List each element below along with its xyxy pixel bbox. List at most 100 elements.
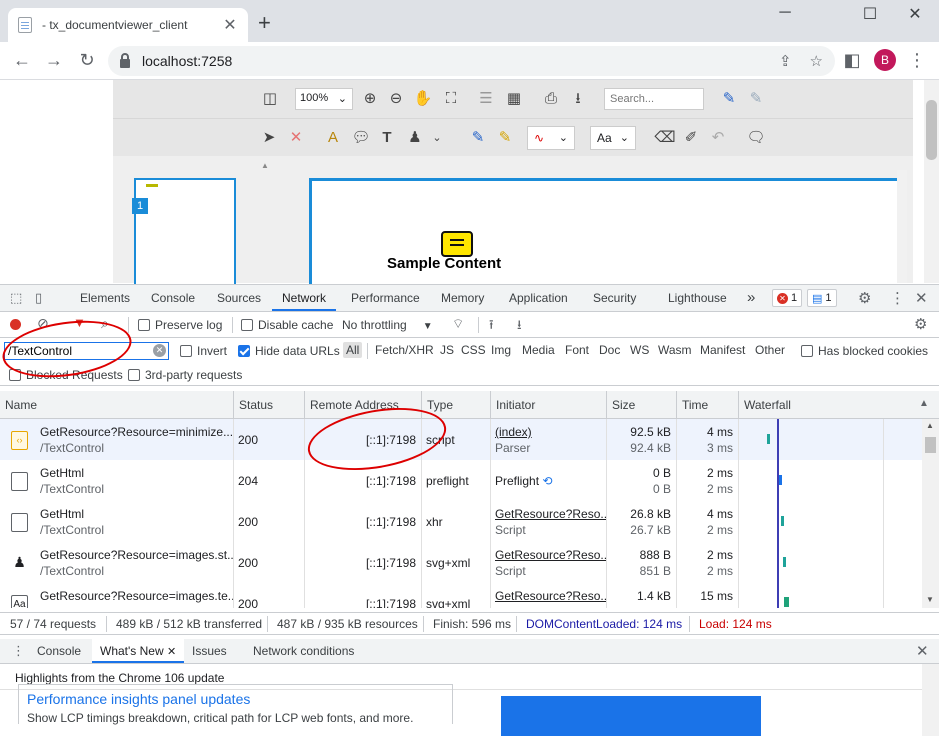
tab-performance[interactable]: Performance [351, 285, 420, 311]
column-size[interactable]: Size [606, 391, 676, 419]
single-page-icon[interactable]: ☰ [475, 88, 497, 110]
column-time[interactable]: Time [676, 391, 738, 419]
menu-kebab-icon[interactable]: ⋮ [905, 50, 929, 70]
pen-icon[interactable]: ✎ [467, 127, 489, 149]
side-panel-icon[interactable]: ◧ [840, 50, 864, 70]
tab-console[interactable]: Console [151, 285, 195, 311]
tab-memory[interactable]: Memory [441, 285, 484, 311]
filter-type-wasm[interactable]: Wasm [658, 343, 692, 357]
print-icon[interactable]: ⎙ [540, 88, 562, 110]
download-icon[interactable]: ⭳ [567, 88, 589, 110]
error-count-badge[interactable]: ✕ 1 [772, 289, 803, 307]
devtools-menu-icon[interactable]: ⋮ [890, 289, 905, 307]
edit-form-icon[interactable]: ✎ [745, 88, 767, 110]
highlighter-icon[interactable]: ✎ [494, 127, 516, 149]
table-scrollbar-thumb[interactable] [925, 437, 936, 453]
minimize-button[interactable]: ─ [770, 4, 800, 22]
address-bar[interactable]: localhost:7258 ⇪ ☆ [108, 46, 835, 76]
table-row[interactable]: ♟ GetResource?Resource=images.st... /Text… [0, 542, 922, 583]
comment-annotation-icon[interactable] [441, 231, 473, 257]
preflight-link-icon[interactable]: ⟲ [542, 474, 552, 488]
page-thumbnail[interactable] [134, 178, 236, 293]
filter-type-img[interactable]: Img [491, 343, 511, 357]
maximize-button[interactable]: ☐ [855, 4, 885, 24]
close-drawer-icon[interactable]: ✕ [916, 642, 929, 660]
drawer-tab-whats-new[interactable]: What's New ✕ [92, 639, 185, 663]
more-tabs-chevron[interactable]: » [747, 285, 755, 311]
tab-sources[interactable]: Sources [217, 285, 261, 311]
viewer-search-input[interactable]: Search... [604, 88, 704, 110]
inspect-element-icon[interactable]: ⬚ [10, 290, 22, 306]
sort-ascending-icon[interactable]: ▲ [919, 398, 929, 409]
filter-type-font[interactable]: Font [565, 343, 589, 357]
zoom-in-icon[interactable]: ⊕ [359, 88, 381, 110]
drawer-tab-console[interactable]: Console [37, 639, 81, 663]
filter-type-css[interactable]: CSS [461, 343, 486, 357]
invert-checkbox[interactable]: Invert [180, 344, 227, 358]
bookmark-star-icon[interactable]: ☆ [810, 52, 823, 70]
new-tab-button[interactable]: + [258, 12, 271, 34]
network-settings-gear-icon[interactable]: ⚙ [914, 315, 927, 333]
page-scrollbar[interactable] [924, 80, 939, 283]
drawer-menu-icon[interactable]: ⋮ [12, 643, 25, 659]
drawer-scrollbar[interactable] [922, 664, 939, 736]
drawer-tab-network-conditions[interactable]: Network conditions [253, 639, 354, 663]
sidebar-toggle-icon[interactable]: ◫ [259, 88, 281, 110]
comment-icon[interactable]: 💬︎ [350, 127, 372, 149]
fit-page-icon[interactable]: ⛶ [440, 88, 462, 110]
page-scrollbar-thumb[interactable] [926, 100, 937, 160]
filter-type-fetch-xhr[interactable]: Fetch/XHR [375, 343, 434, 357]
table-row[interactable]: Aa GetResource?Resource=images.te... 200… [0, 583, 922, 608]
stamp-dropdown-chevron-icon[interactable]: ⌄ [426, 127, 448, 149]
column-initiator[interactable]: Initiator [490, 391, 606, 419]
reload-icon[interactable]: ↻ [75, 50, 99, 70]
import-har-icon[interactable]: ⭱ [489, 316, 494, 338]
table-row[interactable]: GetHtml/TextControl 204 [::1]:7198 prefl… [0, 460, 922, 501]
share-icon[interactable]: ⇪ [779, 52, 792, 70]
filter-type-manifest[interactable]: Manifest [700, 343, 745, 357]
lock-icon[interactable] [120, 52, 130, 68]
table-row[interactable]: ‹› GetResource?Resource=minimize... /Text… [0, 419, 922, 460]
close-window-button[interactable]: ✕ [900, 4, 930, 24]
drawer-tab-issues[interactable]: Issues [192, 639, 227, 663]
initiator-link[interactable]: GetResource?Reso... [495, 547, 606, 563]
filter-type-doc[interactable]: Doc [599, 343, 620, 357]
filter-type-js[interactable]: JS [440, 343, 454, 357]
pan-hand-icon[interactable]: ✋ [412, 88, 434, 110]
text-tool-icon[interactable]: T [376, 127, 398, 149]
url-text[interactable]: localhost:7258 [142, 53, 761, 69]
hide-data-urls-checkbox[interactable]: Hide data URLs [238, 344, 340, 358]
record-icon[interactable] [10, 319, 21, 330]
close-tab-icon[interactable]: ✕ [167, 646, 176, 658]
eraser-icon[interactable]: ⌫ [654, 127, 676, 149]
filter-type-all[interactable]: All [343, 342, 363, 358]
select-cursor-icon[interactable]: ➤ [258, 127, 280, 149]
browser-tab[interactable]: - tx_documentviewer_client ✕ [8, 8, 248, 42]
scroll-up-arrow-icon[interactable]: ▲ [261, 161, 269, 170]
zoom-out-icon[interactable]: ⊖ [385, 88, 407, 110]
initiator-link[interactable]: (index) [495, 424, 601, 440]
comments-panel-icon[interactable]: 🗨︎ [745, 127, 767, 149]
filter-type-media[interactable]: Media [522, 343, 555, 357]
whats-new-card[interactable]: Performance insights panel updates Show … [18, 684, 453, 725]
card-title-link[interactable]: Performance insights panel updates [27, 691, 444, 707]
close-devtools-icon[interactable]: ✕ [915, 289, 928, 307]
network-conditions-icon[interactable]: ⌔ [452, 316, 464, 332]
filter-type-other[interactable]: Other [755, 343, 785, 357]
filter-type-ws[interactable]: WS [630, 343, 649, 357]
tab-security[interactable]: Security [593, 285, 636, 311]
back-arrow-icon[interactable]: ← [10, 50, 34, 70]
initiator-link[interactable]: GetResource?Reso... [495, 588, 606, 604]
column-waterfall[interactable]: Waterfall [738, 391, 939, 419]
preserve-log-checkbox[interactable]: Preserve log [138, 318, 222, 332]
zoom-select[interactable]: 100% ⌄ [295, 88, 353, 110]
throttling-select[interactable]: No throttling ▼ [342, 318, 433, 332]
annotate-pen-icon[interactable]: ✎ [718, 88, 740, 110]
tab-network[interactable]: Network [272, 285, 337, 311]
scroll-up-arrow-icon[interactable]: ▲ [926, 421, 934, 430]
clear-filter-icon[interactable]: ✕ [153, 344, 166, 357]
tab-close-icon[interactable]: ✕ [222, 15, 238, 35]
forward-arrow-icon[interactable]: → [42, 50, 66, 70]
table-scrollbar[interactable]: ▲ ▼ [922, 419, 939, 608]
viewer-scrollbar[interactable] [897, 170, 907, 283]
